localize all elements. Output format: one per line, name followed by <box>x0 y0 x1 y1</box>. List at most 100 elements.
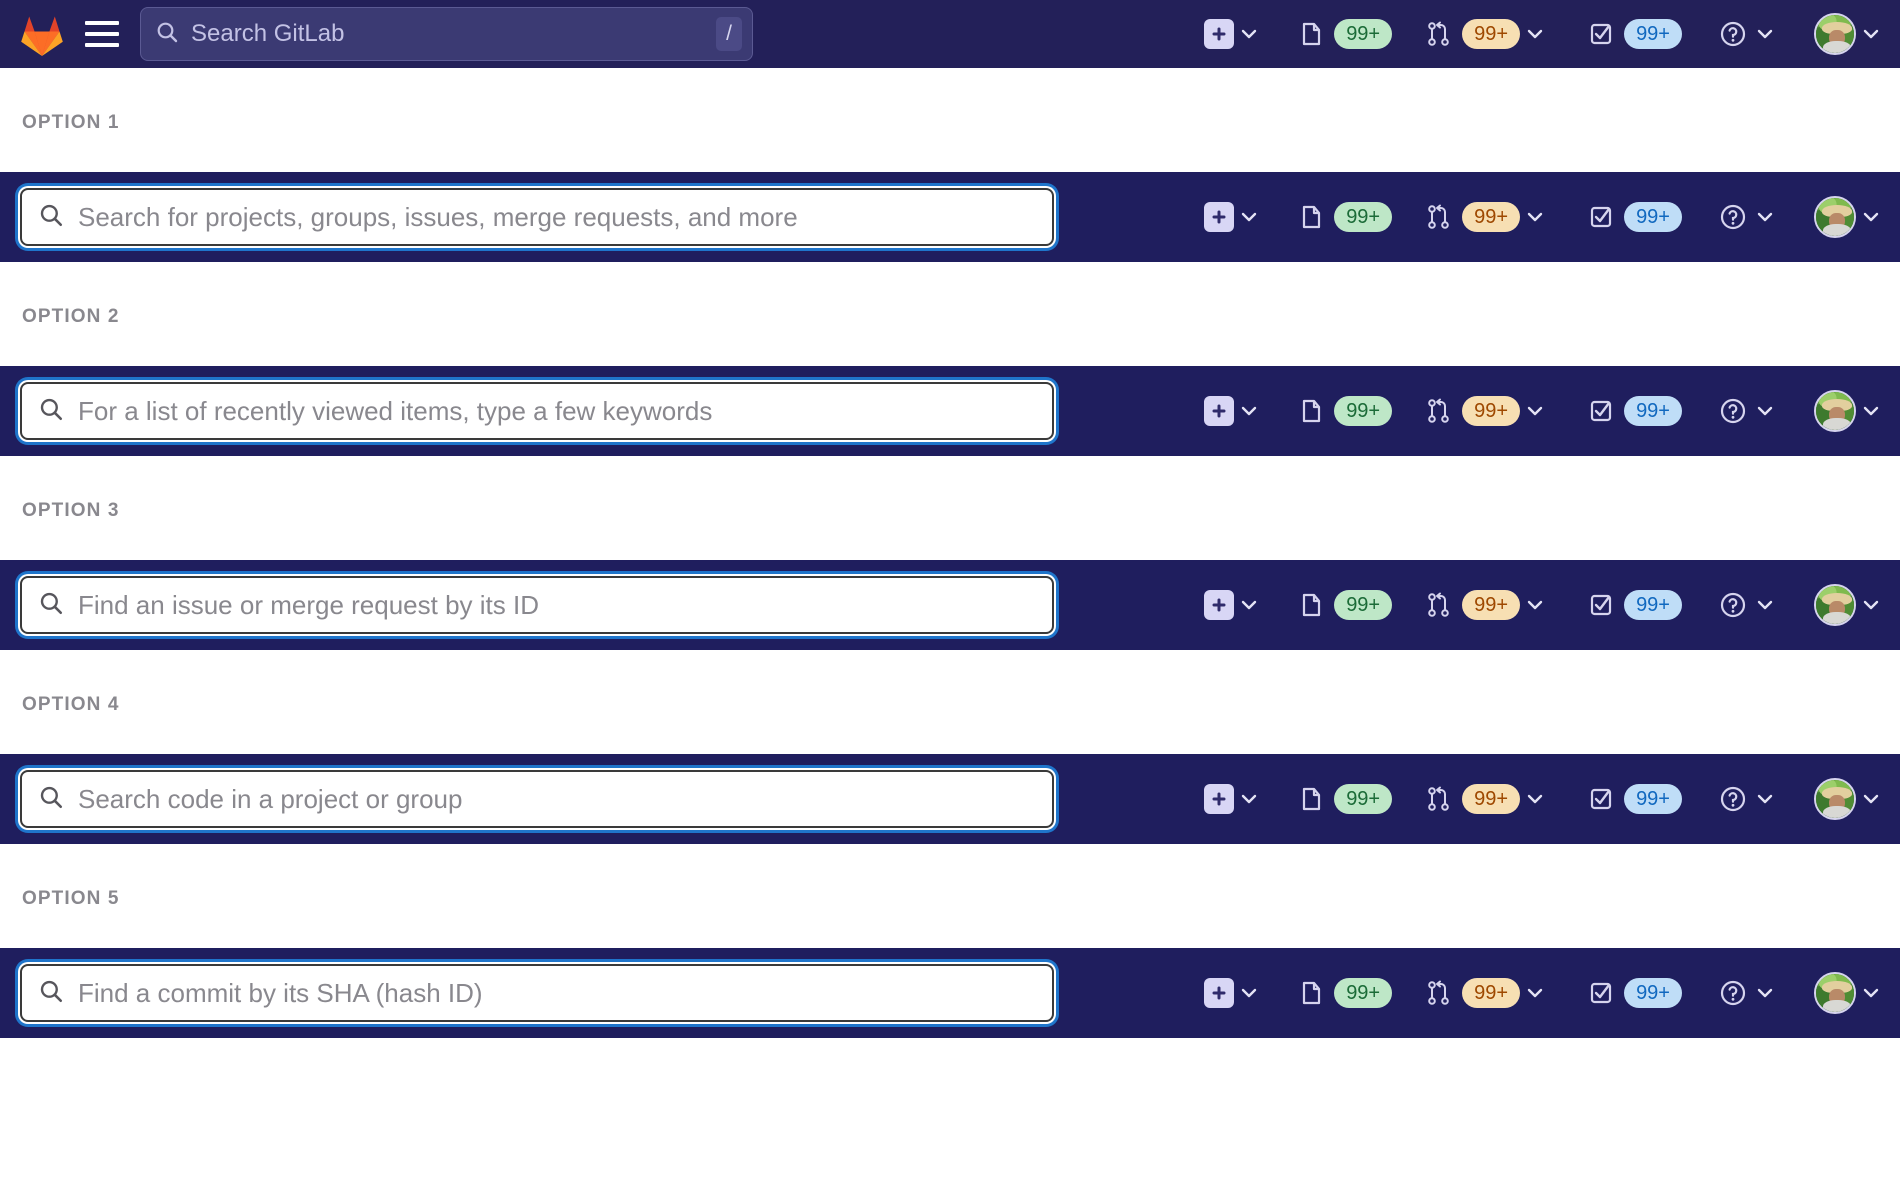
option-section: OPTION 5 Find a commit by its SHA (hash … <box>0 844 1900 1038</box>
user-menu-button[interactable] <box>1814 196 1886 238</box>
help-question-icon <box>1716 394 1750 428</box>
option-search-input[interactable]: Find an issue or merge request by its ID <box>20 576 1054 634</box>
avatar <box>1814 778 1856 820</box>
hamburger-line <box>85 21 119 25</box>
global-search-placeholder: Search GitLab <box>191 20 345 47</box>
create-new-button[interactable] <box>1204 784 1264 814</box>
create-new-button[interactable] <box>1204 19 1264 49</box>
user-menu-button[interactable] <box>1814 13 1886 55</box>
option-navbar: For a list of recently viewed items, typ… <box>0 366 1900 456</box>
help-button[interactable] <box>1716 976 1780 1010</box>
option-search-wrapper[interactable]: For a list of recently viewed items, typ… <box>18 380 1056 442</box>
avatar <box>1814 972 1856 1014</box>
issues-icon <box>1294 782 1328 816</box>
merge-requests-button[interactable]: 99+ <box>1422 17 1550 51</box>
merge-request-icon <box>1422 200 1456 234</box>
search-shortcut-key: / <box>716 17 742 51</box>
todo-checkbox-icon <box>1584 588 1618 622</box>
user-menu-button[interactable] <box>1814 584 1886 626</box>
option-navbar: Search for projects, groups, issues, mer… <box>0 172 1900 262</box>
merge-requests-button[interactable]: 99+ <box>1422 782 1550 816</box>
todos-button[interactable]: 99+ <box>1584 976 1682 1010</box>
todo-checkbox-icon <box>1584 17 1618 51</box>
help-button[interactable] <box>1716 200 1780 234</box>
chevron-down-icon <box>1856 19 1886 49</box>
avatar <box>1814 390 1856 432</box>
merge-requests-badge: 99+ <box>1462 590 1521 620</box>
todos-button[interactable]: 99+ <box>1584 394 1682 428</box>
create-new-button[interactable] <box>1204 978 1264 1008</box>
option-section: OPTION 1 Search for projects, groups, is… <box>0 68 1900 262</box>
issues-badge: 99+ <box>1334 590 1393 620</box>
merge-requests-button[interactable]: 99+ <box>1422 976 1550 1010</box>
todo-checkbox-icon <box>1584 394 1618 428</box>
help-question-icon <box>1716 200 1750 234</box>
issues-button[interactable]: 99+ <box>1294 976 1393 1010</box>
help-button[interactable] <box>1716 588 1780 622</box>
chevron-down-icon <box>1234 19 1264 49</box>
create-new-button[interactable] <box>1204 202 1264 232</box>
todos-button[interactable]: 99+ <box>1584 200 1682 234</box>
option-navbar: Find a commit by its SHA (hash ID) 99+ 9… <box>0 948 1900 1038</box>
help-button[interactable] <box>1716 17 1780 51</box>
chevron-down-icon <box>1750 784 1780 814</box>
merge-requests-button[interactable]: 99+ <box>1422 588 1550 622</box>
avatar <box>1814 13 1856 55</box>
todos-badge: 99+ <box>1624 784 1682 814</box>
user-menu-button[interactable] <box>1814 778 1886 820</box>
merge-requests-button[interactable]: 99+ <box>1422 200 1550 234</box>
plus-icon <box>1204 784 1235 814</box>
issues-button[interactable]: 99+ <box>1294 588 1393 622</box>
option-search-wrapper[interactable]: Find an issue or merge request by its ID <box>18 574 1056 636</box>
issues-badge: 99+ <box>1334 19 1393 49</box>
help-button[interactable] <box>1716 394 1780 428</box>
merge-requests-badge: 99+ <box>1462 202 1521 232</box>
todos-button[interactable]: 99+ <box>1584 17 1682 51</box>
global-search-input[interactable]: Search GitLab / <box>140 7 753 61</box>
search-icon <box>155 20 179 49</box>
option-search-input[interactable]: Search code in a project or group <box>20 770 1054 828</box>
issues-badge: 99+ <box>1334 396 1393 426</box>
help-question-icon <box>1716 782 1750 816</box>
help-button[interactable] <box>1716 782 1780 816</box>
create-new-button[interactable] <box>1204 590 1264 620</box>
option-search-placeholder: Search for projects, groups, issues, mer… <box>78 201 798 232</box>
merge-requests-button[interactable]: 99+ <box>1422 394 1550 428</box>
option-search-input[interactable]: Find a commit by its SHA (hash ID) <box>20 964 1054 1022</box>
option-label: OPTION 5 <box>22 888 120 909</box>
chevron-down-icon <box>1520 784 1550 814</box>
todos-badge: 99+ <box>1624 396 1682 426</box>
search-icon <box>38 202 64 233</box>
chevron-down-icon <box>1520 396 1550 426</box>
chevron-down-icon <box>1750 396 1780 426</box>
merge-requests-badge: 99+ <box>1462 978 1521 1008</box>
issues-icon <box>1294 394 1328 428</box>
help-question-icon <box>1716 17 1750 51</box>
option-search-wrapper[interactable]: Find a commit by its SHA (hash ID) <box>18 962 1056 1024</box>
option-search-input[interactable]: For a list of recently viewed items, typ… <box>20 382 1054 440</box>
option-search-input[interactable]: Search for projects, groups, issues, mer… <box>20 188 1054 246</box>
user-menu-button[interactable] <box>1814 972 1886 1014</box>
issues-button[interactable]: 99+ <box>1294 200 1393 234</box>
todos-badge: 99+ <box>1624 19 1682 49</box>
issues-button[interactable]: 99+ <box>1294 782 1393 816</box>
hamburger-menu-icon[interactable] <box>80 12 124 56</box>
plus-icon <box>1204 19 1235 49</box>
help-question-icon <box>1716 588 1750 622</box>
gitlab-logo-icon[interactable] <box>18 11 66 57</box>
todos-button[interactable]: 99+ <box>1584 782 1682 816</box>
chevron-down-icon <box>1520 19 1550 49</box>
option-navbar: Search code in a project or group 99+ 99… <box>0 754 1900 844</box>
navbar-actions: 99+ 99+ 99+ <box>1204 196 1886 238</box>
create-new-button[interactable] <box>1204 396 1264 426</box>
option-search-wrapper[interactable]: Search code in a project or group <box>18 768 1056 830</box>
option-search-wrapper[interactable]: Search for projects, groups, issues, mer… <box>18 186 1056 248</box>
user-menu-button[interactable] <box>1814 390 1886 432</box>
option-label: OPTION 2 <box>22 306 120 327</box>
issues-button[interactable]: 99+ <box>1294 394 1393 428</box>
avatar <box>1814 196 1856 238</box>
todos-button[interactable]: 99+ <box>1584 588 1682 622</box>
chevron-down-icon <box>1520 590 1550 620</box>
merge-requests-badge: 99+ <box>1462 784 1521 814</box>
issues-button[interactable]: 99+ <box>1294 17 1393 51</box>
